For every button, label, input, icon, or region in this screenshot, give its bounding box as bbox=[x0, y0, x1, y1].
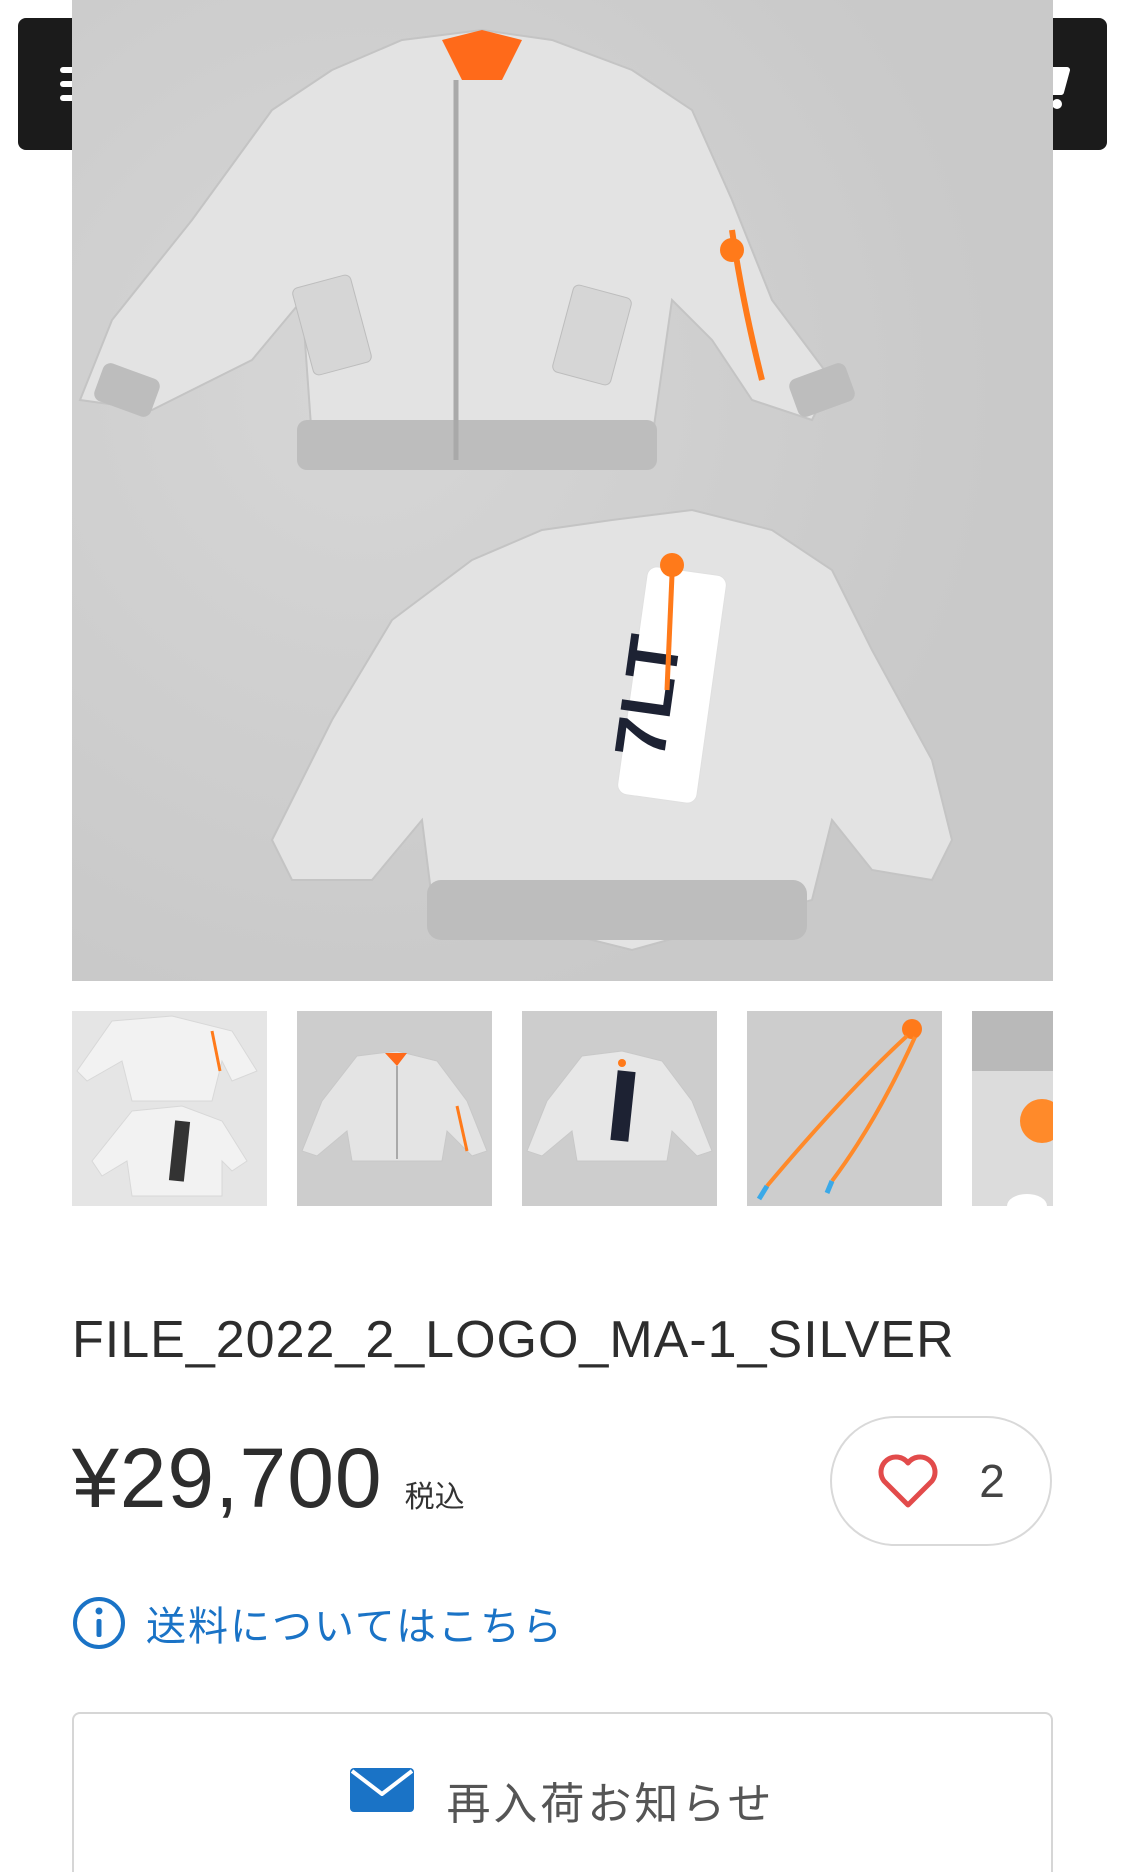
mail-icon bbox=[350, 1768, 415, 1812]
heart-icon bbox=[878, 1454, 938, 1508]
tax-included-label: 税込 bbox=[404, 1480, 465, 1515]
jacket-back-illustration: 7LT bbox=[270, 508, 954, 952]
product-price: ¥29,700 bbox=[72, 1431, 383, 1525]
thumbnail-3[interactable] bbox=[522, 1011, 717, 1206]
restock-notify-button[interactable]: 再入荷お知らせ bbox=[72, 1712, 1053, 1872]
product-title: FILE_2022_2_LOGO_MA-1_SILVER bbox=[72, 1311, 955, 1369]
favorite-count: 2 bbox=[979, 1455, 1005, 1507]
info-icon bbox=[73, 1597, 125, 1649]
thumbnail-1[interactable] bbox=[72, 1011, 267, 1206]
thumbnail-4[interactable] bbox=[747, 1011, 942, 1206]
restock-notify-label: 再入荷お知らせ bbox=[446, 1779, 775, 1830]
thumbnail-strip bbox=[72, 1011, 1053, 1206]
shipping-info-text: 送料についてはこちら bbox=[146, 1604, 564, 1650]
thumbnail-2[interactable] bbox=[297, 1011, 492, 1206]
price-row: ¥29,700 税込 bbox=[72, 1430, 465, 1527]
favorite-button[interactable]: 2 bbox=[830, 1416, 1052, 1546]
svg-text:7LT: 7LT bbox=[600, 630, 696, 763]
jacket-front-illustration bbox=[78, 28, 855, 470]
thumbnail-5[interactable] bbox=[972, 1011, 1053, 1206]
shipping-info-link[interactable]: 送料についてはこちら bbox=[72, 1594, 564, 1652]
product-main-image[interactable]: 7LT bbox=[72, 0, 1053, 981]
